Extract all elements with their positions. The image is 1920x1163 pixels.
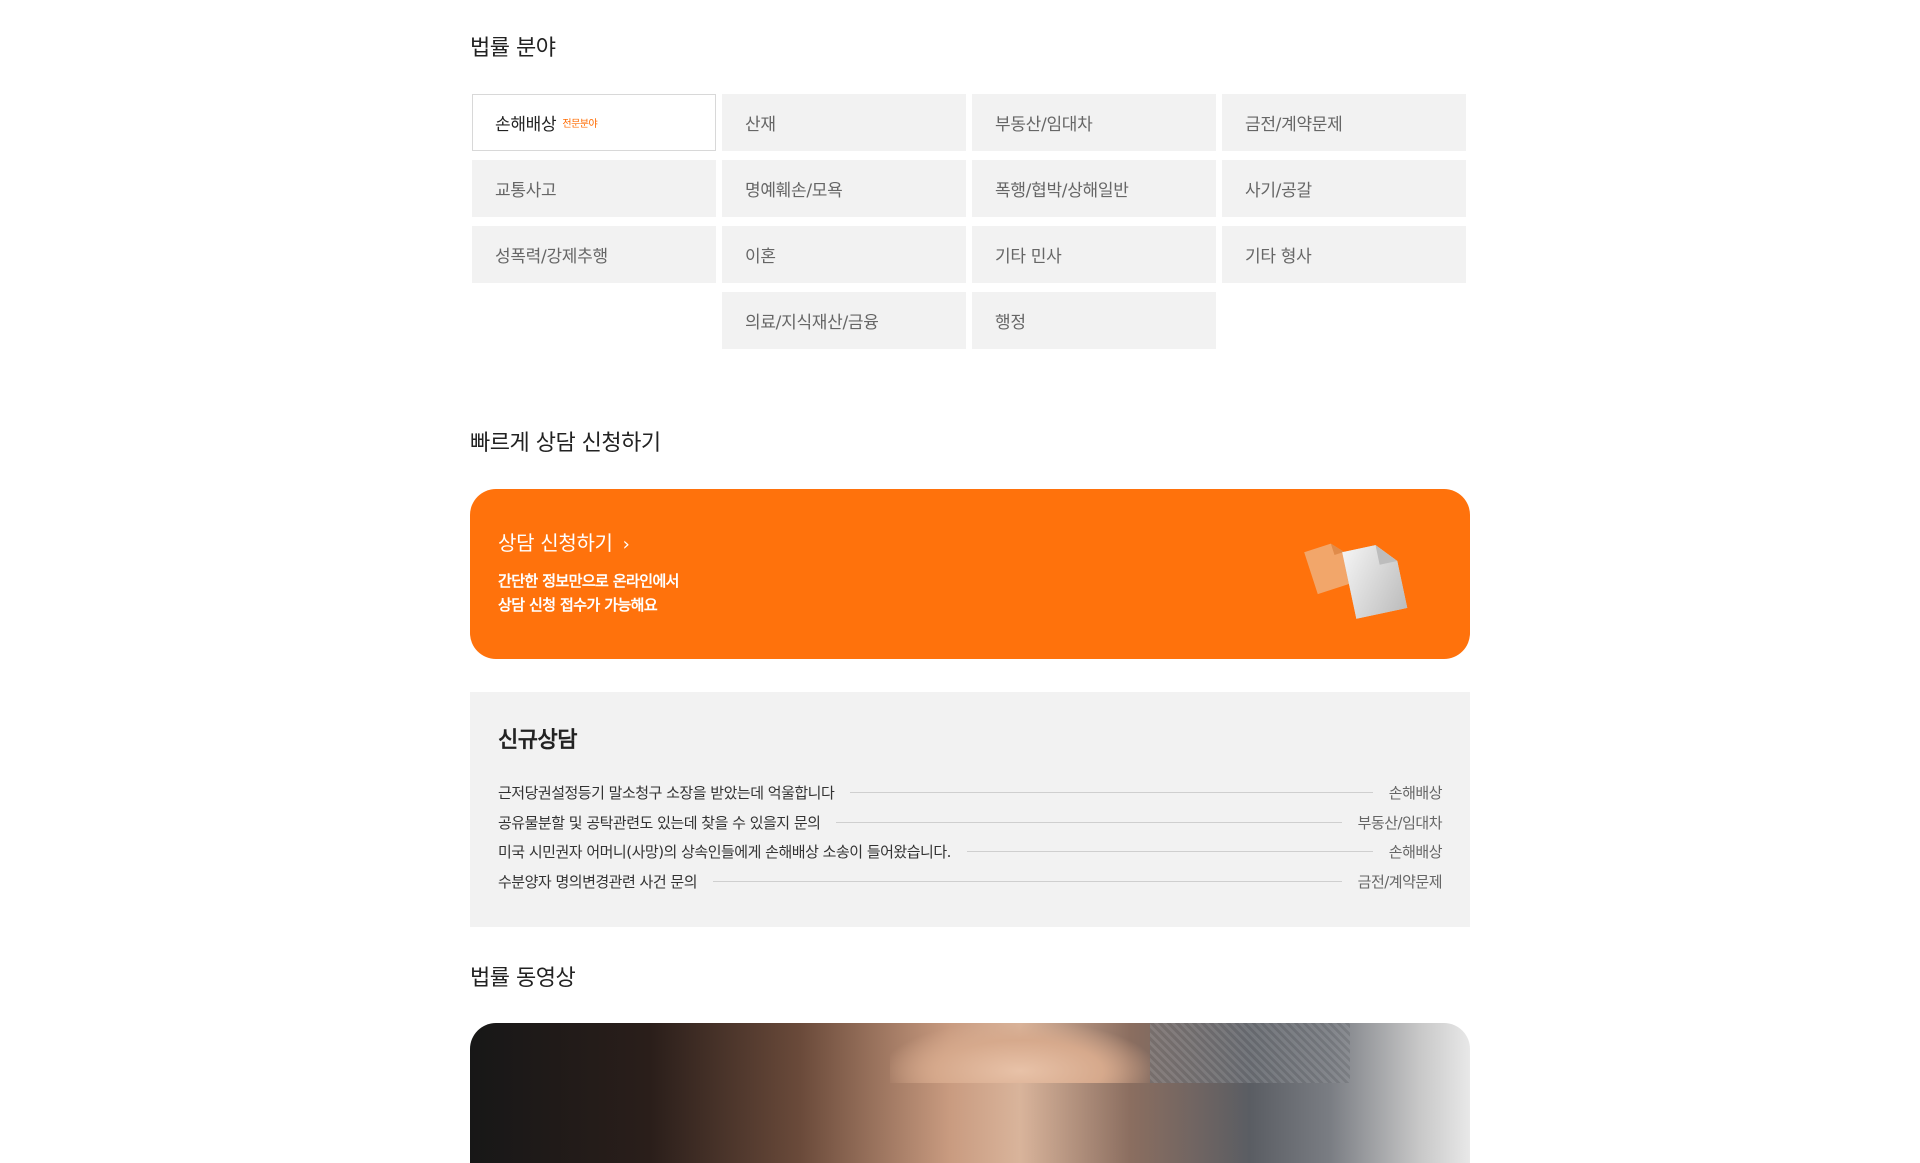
category-industrial-accident[interactable]: 산재 xyxy=(722,94,966,151)
law-category-title: 법률 분야 xyxy=(470,36,556,61)
specialty-tag: 전문분야 xyxy=(562,119,598,130)
category-fraud[interactable]: 사기/공갈 xyxy=(1222,160,1466,217)
category-assault[interactable]: 폭행/협박/상해일반 xyxy=(972,160,1216,217)
quick-consult-title: 빠르게 상담 신청하기 xyxy=(470,431,661,456)
category-label: 금전/계약문제 xyxy=(1245,115,1343,135)
video-thumbnail[interactable] xyxy=(470,1023,1470,1163)
category-label: 산재 xyxy=(745,115,776,135)
divider-line xyxy=(713,880,1342,882)
banner-desc-line-2: 상담 신청 접수가 가능해요 xyxy=(498,596,658,614)
category-sexual-violence[interactable]: 성폭력/강제추행 xyxy=(472,226,716,283)
category-label: 기타 형사 xyxy=(1245,247,1312,267)
category-label: 성폭력/강제추행 xyxy=(495,247,608,267)
law-category-grid: 손해배상 전문분야 산재 부동산/임대차 금전/계약문제 교통사고 명예훼손/모… xyxy=(472,94,1466,349)
banner-title: 상담 신청하기 › xyxy=(498,527,630,556)
category-other-criminal[interactable]: 기타 형사 xyxy=(1222,226,1466,283)
category-label: 이혼 xyxy=(745,247,776,267)
category-defamation[interactable]: 명예훼손/모욕 xyxy=(722,160,966,217)
grid-spacer xyxy=(472,292,716,349)
consult-category: 부동산/임대차 xyxy=(1357,813,1443,832)
category-administrative[interactable]: 행정 xyxy=(972,292,1216,349)
category-damages[interactable]: 손해배상 전문분야 xyxy=(472,94,716,151)
category-divorce[interactable]: 이혼 xyxy=(722,226,966,283)
video-chair-image xyxy=(1150,1023,1350,1083)
divider-line xyxy=(966,851,1373,853)
consult-question: 수분양자 명의변경관련 사건 문의 xyxy=(498,872,698,891)
new-consultations-title: 신규상담 xyxy=(498,728,577,753)
category-label: 폭행/협박/상해일반 xyxy=(995,181,1129,201)
consult-category: 금전/계약문제 xyxy=(1357,872,1443,891)
category-label: 손해배상 xyxy=(495,115,557,135)
documents-icon xyxy=(1304,543,1408,619)
category-label: 부동산/임대차 xyxy=(995,115,1093,135)
banner-desc-line-1: 간단한 정보만으로 온라인에서 xyxy=(498,572,679,590)
category-medical-ip-finance[interactable]: 의료/지식재산/금융 xyxy=(722,292,966,349)
banner-description: 간단한 정보만으로 온라인에서 상담 신청 접수가 가능해요 xyxy=(498,569,679,617)
law-video-section: 법률 동영상 xyxy=(470,960,1470,992)
consult-question: 근저당권설정등기 말소청구 소장을 받았는데 억울합니다 xyxy=(498,784,835,803)
divider-line xyxy=(836,821,1342,823)
video-person-image xyxy=(890,1023,1150,1083)
category-label: 의료/지식재산/금융 xyxy=(745,313,879,333)
law-video-title: 법률 동영상 xyxy=(470,966,576,991)
category-label: 교통사고 xyxy=(495,181,557,201)
consult-question: 공유물분할 및 공탁관련도 있는데 찾을 수 있을지 문의 xyxy=(498,813,821,832)
consult-list-item[interactable]: 수분양자 명의변경관련 사건 문의 금전/계약문제 xyxy=(498,867,1443,897)
banner-title-text: 상담 신청하기 xyxy=(498,531,613,555)
consult-category: 손해배상 xyxy=(1388,784,1443,803)
category-label: 명예훼손/모욕 xyxy=(745,181,843,201)
consult-question: 미국 시민권자 어머니(사망)의 상속인들에게 손해배상 소송이 들어왔습니다. xyxy=(498,843,951,862)
category-label: 행정 xyxy=(995,313,1026,333)
category-traffic-accident[interactable]: 교통사고 xyxy=(472,160,716,217)
consult-list-item[interactable]: 미국 시민권자 어머니(사망)의 상속인들에게 손해배상 소송이 들어왔습니다.… xyxy=(498,837,1443,867)
law-category-section: 법률 분야 xyxy=(470,30,1470,62)
new-consultations-panel: 신규상담 근저당권설정등기 말소청구 소장을 받았는데 억울합니다 손해배상 공… xyxy=(470,692,1470,927)
quick-consult-section: 빠르게 상담 신청하기 xyxy=(470,425,1470,457)
consult-list-item[interactable]: 근저당권설정등기 말소청구 소장을 받았는데 억울합니다 손해배상 xyxy=(498,778,1443,808)
consult-category: 손해배상 xyxy=(1388,843,1443,862)
category-label: 사기/공갈 xyxy=(1245,181,1312,201)
consult-list: 근저당권설정등기 말소청구 소장을 받았는데 억울합니다 손해배상 공유물분할 … xyxy=(498,778,1443,897)
consult-apply-banner[interactable]: 상담 신청하기 › 간단한 정보만으로 온라인에서 상담 신청 접수가 가능해요 xyxy=(470,489,1470,659)
category-money-contract[interactable]: 금전/계약문제 xyxy=(1222,94,1466,151)
category-other-civil[interactable]: 기타 민사 xyxy=(972,226,1216,283)
category-label: 기타 민사 xyxy=(995,247,1062,267)
divider-line xyxy=(850,792,1373,794)
consult-list-item[interactable]: 공유물분할 및 공탁관련도 있는데 찾을 수 있을지 문의 부동산/임대차 xyxy=(498,808,1443,838)
category-real-estate[interactable]: 부동산/임대차 xyxy=(972,94,1216,151)
chevron-right-icon: › xyxy=(622,534,630,555)
